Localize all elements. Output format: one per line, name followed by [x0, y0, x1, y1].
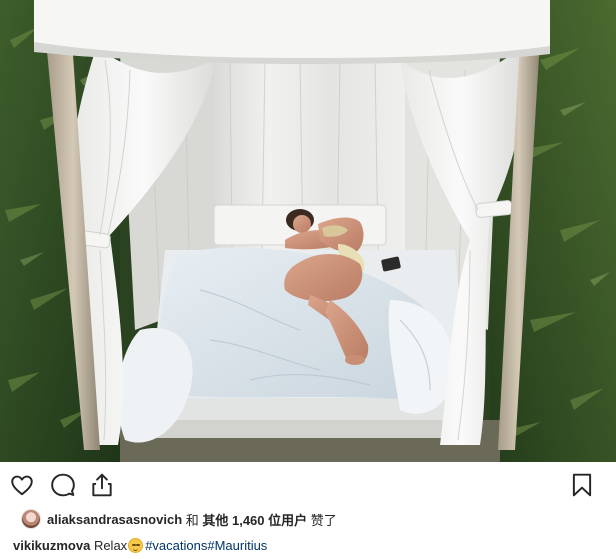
hashtag-link-mauritius[interactable]: #Mauritius [207, 538, 267, 553]
bookmark-icon[interactable] [569, 472, 595, 498]
speech-bubble-icon[interactable] [50, 472, 76, 498]
liker-username-link[interactable]: aliaksandrasasnovich [47, 512, 182, 527]
caption-username-link[interactable]: vikikuzmova [13, 538, 90, 553]
liker-avatar[interactable] [21, 509, 41, 529]
likes-connector-text: 和 [182, 512, 203, 528]
post-photo[interactable] [0, 0, 616, 462]
relieved-face-emoji-icon [128, 538, 144, 553]
heart-outline-icon[interactable] [9, 472, 35, 498]
post-caption: vikikuzmova Relax #vacations #Mauritius [13, 538, 267, 553]
instagram-post: aliaksandrasasnovich 和 其他 1,460 位用户 赞了 v… [0, 0, 616, 559]
other-likers-link[interactable]: 其他 1,460 位用户 [202, 510, 307, 529]
hashtag-link-vacations[interactable]: #vacations [145, 538, 207, 553]
cabana-bed-photo [0, 0, 616, 462]
post-action-bar [0, 462, 616, 508]
caption-text: Relax [90, 538, 128, 553]
likes-suffix-text: 赞了 [307, 512, 337, 528]
share-upload-icon[interactable] [89, 472, 115, 498]
likes-summary: aliaksandrasasnovich 和 其他 1,460 位用户 赞了 [0, 505, 616, 533]
